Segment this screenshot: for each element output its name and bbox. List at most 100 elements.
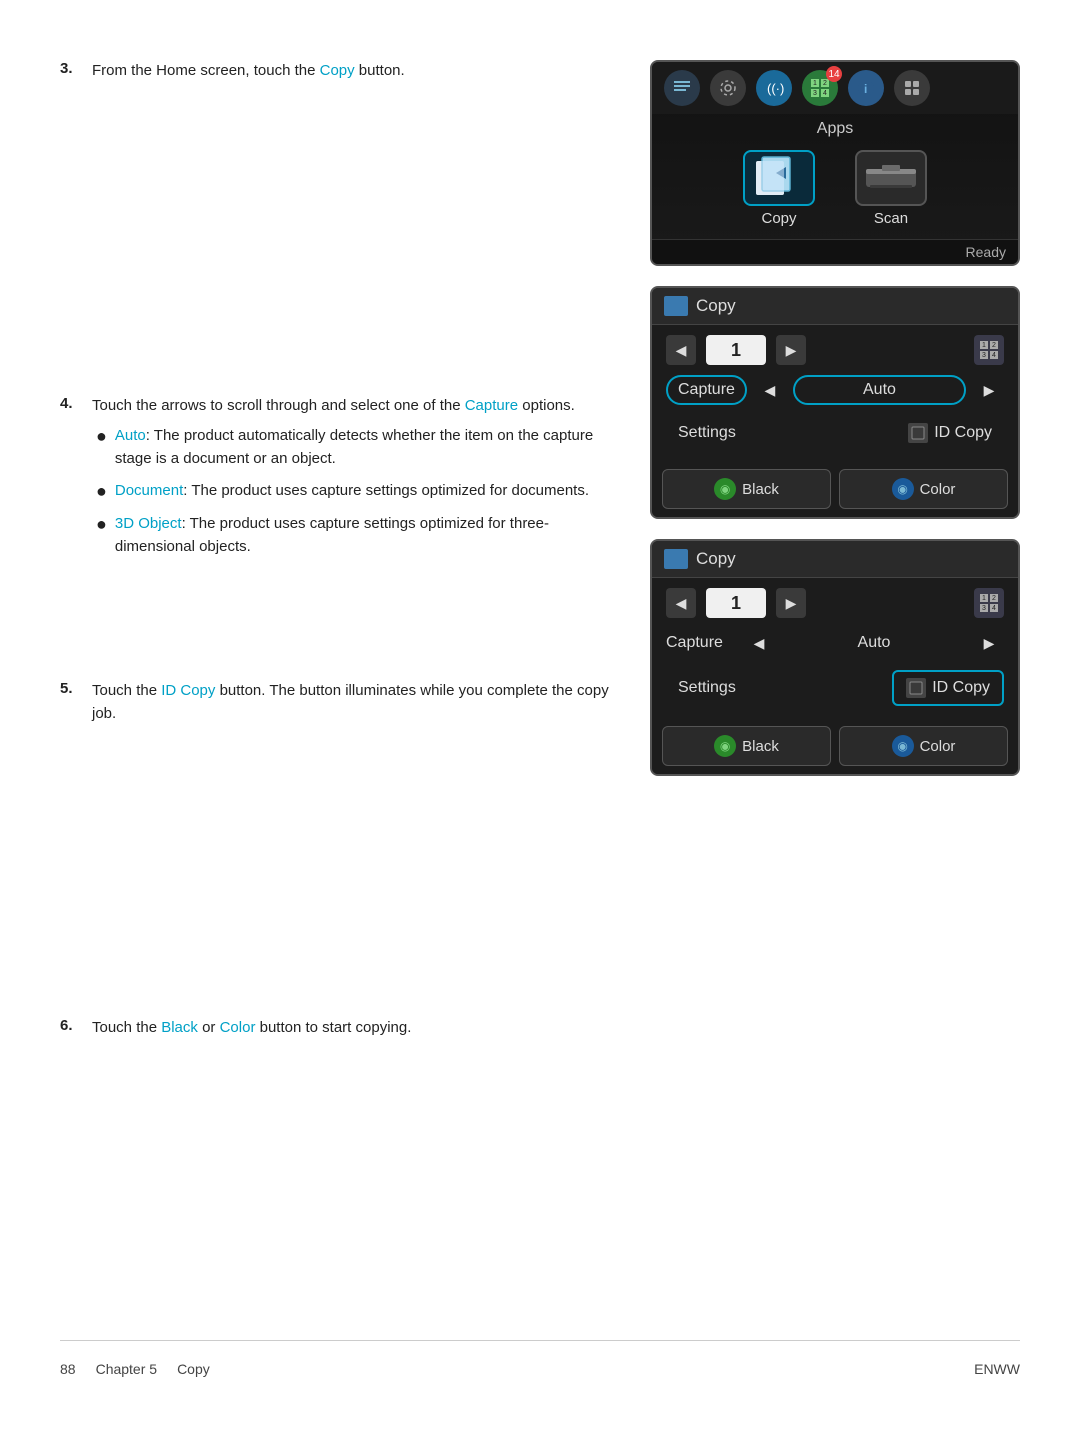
svg-text:((·)): ((·)) [767,81,784,96]
step-3-text-prefix: From the Home screen, touch the [92,62,320,79]
bullet-document-link[interactable]: Document [115,482,183,499]
screen2-settings-btn[interactable]: Settings [666,418,748,448]
screen2-header: Copy [652,288,1018,325]
screen3-grid-icon[interactable]: 1 2 3 4 [974,588,1004,618]
screen2-arrow-right[interactable]: ▶ [776,335,806,365]
screen1-status-text: Ready [966,244,1006,260]
screen3-idcopy-square-icon [906,678,926,698]
screen3-count: 1 [706,588,766,618]
screen3-arrow-left[interactable]: ◀ [666,588,696,618]
screen3-settings-btn[interactable]: Settings [666,673,748,703]
screen3-idcopy-label: ID Copy [932,679,990,697]
screen2-capture-right-arrow[interactable]: ▶ [974,375,1004,405]
footer-page-number: 88 [60,1361,76,1377]
bullet-dot-1: ● [96,425,107,470]
page-container: 3. From the Home screen, touch the Copy … [0,0,1080,1437]
screen3-capture-left-arrow[interactable]: ◀ [744,628,774,658]
right-column: ((·)) 1 2 3 4 [650,60,1020,1340]
screen3-arrow-right[interactable]: ▶ [776,588,806,618]
icon-wrap-5: i [848,70,884,106]
screen2-idcopy-btn[interactable]: ID Copy [896,417,1004,449]
settings-icon[interactable] [710,70,746,106]
step-6-black-link[interactable]: Black [161,1019,198,1036]
bullet-3d-link[interactable]: 3D Object [115,515,182,532]
screen2-count-row: ◀ 1 ▶ 1 2 3 4 [666,335,1004,365]
footer-copy-label: Copy [177,1361,210,1377]
device-screen-3: Copy ◀ 1 ▶ 1 2 3 4 [650,539,1020,776]
step-4-capture-link[interactable]: Capture [465,397,518,414]
screen1-top-bar: ((·)) 1 2 3 4 [652,62,1018,114]
screen3-color-btn[interactable]: ◉ Color [839,726,1008,766]
step-4-text-prefix: Touch the arrows to scroll through and s… [92,397,465,414]
step-6-text-suffix: button to start copying. [255,1019,411,1036]
icon-wrap-1 [664,70,700,106]
screen2-capture-label[interactable]: Capture [666,375,747,405]
home-icon[interactable] [664,70,700,106]
screen3-capture-right-arrow[interactable]: ▶ [974,628,1004,658]
notif-badge: 14 [826,66,842,82]
bullet-auto-link[interactable]: Auto [115,427,146,444]
step-5-idcopy-link[interactable]: ID Copy [161,682,215,699]
screen3-color-label: Color [920,738,956,755]
screen3-capture-label: Capture [666,634,736,652]
screen2-arrow-left[interactable]: ◀ [666,335,696,365]
step-6-color-link[interactable]: Color [220,1019,256,1036]
footer-left: 88 Chapter 5 Copy [60,1361,210,1377]
step-5-text-prefix: Touch the [92,682,161,699]
screen3-capture-value: Auto [782,630,966,656]
bullet-3d: ● 3D Object: The product uses capture se… [96,513,610,558]
screen2-capture-value[interactable]: Auto [793,375,966,405]
icon-wrap-4: 1 2 3 4 14 [802,70,838,106]
step-6-or: or [198,1019,220,1036]
screen2-header-label: Copy [696,296,736,316]
device-screen-2: Copy ◀ 1 ▶ 1 2 3 4 [650,286,1020,519]
screen2-capture-left-arrow[interactable]: ◀ [755,375,785,405]
screen2-grid-icon[interactable]: 1 2 3 4 [974,335,1004,365]
screen3-black-label: Black [742,738,779,755]
screen3-idcopy-btn[interactable]: ID Copy [892,670,1004,706]
content-area: 3. From the Home screen, touch the Copy … [60,60,1020,1340]
footer-locale: ENWW [974,1361,1020,1377]
step-3-copy-link[interactable]: Copy [320,62,355,79]
bullet-auto: ● Auto: The product automatically detect… [96,425,610,470]
screen2-idcopy-square-icon [908,423,928,443]
screen2-idcopy-label: ID Copy [934,424,992,442]
screen2-black-label: Black [742,481,779,498]
step-6-text-prefix: Touch the [92,1019,161,1036]
step-4-paragraph: Touch the arrows to scroll through and s… [92,395,610,418]
copy-app-item[interactable]: Copy [743,150,815,227]
screen3-body: ◀ 1 ▶ 1 2 3 4 [652,578,1018,718]
screen2-header-icon [664,296,688,316]
bullet-auto-text: Auto: The product automatically detects … [115,425,610,470]
screen3-header-icon [664,549,688,569]
screen3-black-btn[interactable]: ◉ Black [662,726,831,766]
screen1-icons: ((·)) 1 2 3 4 [664,70,930,106]
screen3-color-start-icon: ◉ [892,735,914,757]
screen3-capture-row: Capture ◀ Auto ▶ [666,628,1004,658]
copy-app-icon[interactable] [743,150,815,206]
bullet-dot-3: ● [96,513,107,558]
scan-app-label: Scan [874,210,908,227]
screen2-black-btn[interactable]: ◉ Black [662,469,831,509]
step-6-number: 6. [60,1017,80,1040]
screen1-status-bar: Ready [652,239,1018,264]
info-icon[interactable]: i [848,70,884,106]
step-3-number: 3. [60,60,80,83]
wireless-icon[interactable]: ((·)) [756,70,792,106]
scan-app-icon[interactable] [855,150,927,206]
screen2-color-start-icon: ◉ [892,478,914,500]
step-4-number: 4. [60,395,80,569]
bullet-3d-text: 3D Object: The product uses capture sett… [115,513,610,558]
step-4: 4. Touch the arrows to scroll through an… [60,395,610,569]
screen1-spacer [60,115,610,395]
screen2-black-start-icon: ◉ [714,478,736,500]
device-screen-1: ((·)) 1 2 3 4 [650,60,1020,266]
step-3: 3. From the Home screen, touch the Copy … [60,60,610,83]
step-6: 6. Touch the Black or Color button to st… [60,1017,610,1040]
bullet-document-text: Document: The product uses capture setti… [115,480,589,503]
bullet-dot-2: ● [96,480,107,503]
scan-app-item[interactable]: Scan [855,150,927,227]
grid-icon[interactable] [894,70,930,106]
screen2-settings-row: Settings ID Copy [666,415,1004,451]
screen2-color-btn[interactable]: ◉ Color [839,469,1008,509]
